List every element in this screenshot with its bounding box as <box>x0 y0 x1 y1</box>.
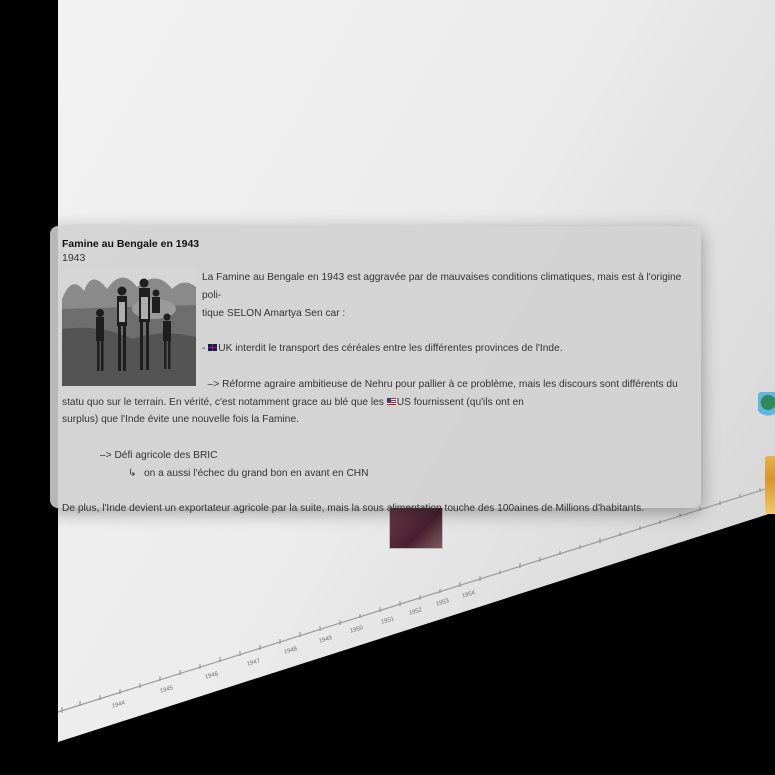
final-line: De plus, l'Inde devient un exportateur a… <box>62 503 645 515</box>
background-logo-image <box>758 392 775 418</box>
bric-line: –> Défi agricole des BRIC <box>100 449 218 461</box>
reform-line-part: US fournissent (qu'ils ont en <box>396 396 524 408</box>
chn-line: ↳ on a aussi l'échec du grand bon en avan… <box>62 465 691 483</box>
background-product-image <box>765 456 775 514</box>
event-date: 1943 <box>62 252 86 264</box>
uk-bullet-text: UK interdit le transport des céréales en… <box>218 343 563 355</box>
us-flag-icon <box>386 397 396 405</box>
reform-line: surplus) que l'Inde évite une nouvelle f… <box>62 414 299 426</box>
reform-line-part: statu quo sur le terrain. En vérité, c'e… <box>62 396 387 408</box>
event-title: Famine au Bengale en 1943 <box>62 238 200 250</box>
uk-flag-icon <box>208 344 218 352</box>
event-photo <box>62 269 196 386</box>
sub-arrow-icon: ↳ <box>128 467 137 479</box>
timeline-canvas[interactable]: 1944 1945 1946 1947 1948 1949 1950 1951 … <box>0 0 775 775</box>
reform-line: statu quo sur le terrain. En vérité, c'e… <box>62 394 691 412</box>
event-detail-card[interactable]: Famine au Bengale en 1943 1943 La Famine… <box>50 226 701 514</box>
chn-line-text: on a aussi l'échec du grand bon en avant… <box>144 467 369 479</box>
